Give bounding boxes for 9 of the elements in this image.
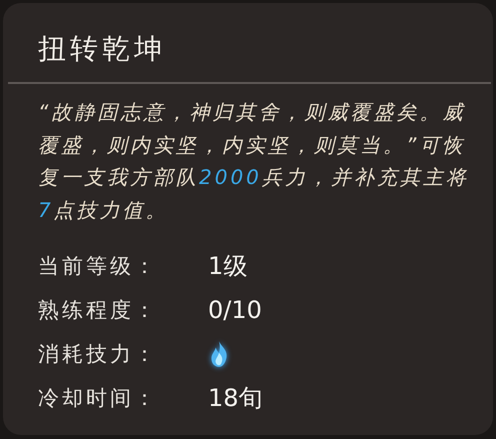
stat-label: 消耗技力： bbox=[38, 341, 159, 368]
stat-value: 1级 bbox=[208, 251, 248, 282]
stat-label: 冷却时间： bbox=[38, 385, 159, 412]
stat-value: 18旬 bbox=[208, 383, 263, 414]
stat-value: 0/10 bbox=[208, 296, 262, 324]
skill-title: 扭转乾坤 bbox=[38, 31, 167, 67]
stat-label: 熟练程度： bbox=[38, 297, 159, 324]
stat-label: 当前等级： bbox=[38, 253, 159, 280]
skill-description: “故静固志意，神归其舍，则威覆盛矣。威覆盛，则内实坚，内实坚，则莫当。”可恢复一支我方部队2000兵力，并补充其主将 7点技力值。 bbox=[38, 99, 469, 224]
